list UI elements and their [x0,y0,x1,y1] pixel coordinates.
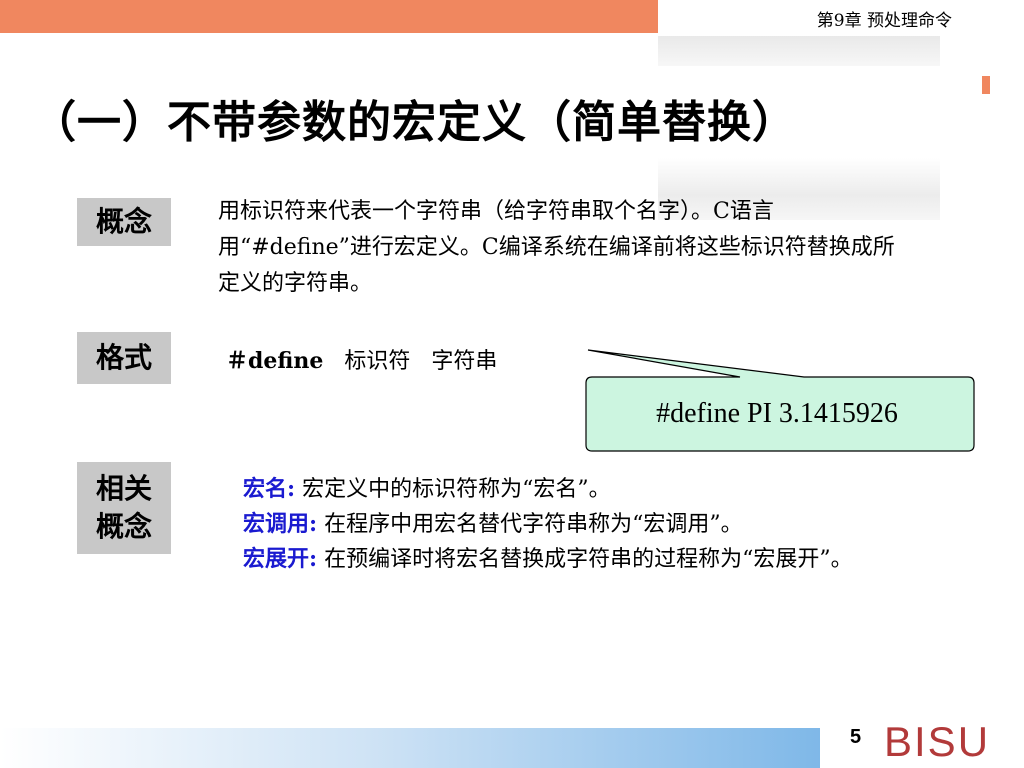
related-item: 宏展开: 在预编译时将宏名替换成字符串的过程称为“宏展开”。 [243,542,903,577]
bisu-logo: BISU [884,718,991,765]
related-label: 相关 概念 [77,462,171,554]
decorative-band [658,36,940,66]
related-item: 宏名: 宏定义中的标识符称为“宏名”。 [243,472,903,507]
chapter-header: 第9章 预处理命令 [658,0,1024,33]
term-macro-call: 宏调用: [243,511,318,537]
desc-macro-name: 宏定义中的标识符称为“宏名”。 [295,477,611,502]
example-callout-text: #define PI 3.1415926 [656,398,898,429]
format-identifier: 标识符 [344,349,411,374]
slide-title: （一）不带参数的宏定义（简单替换） [32,97,797,148]
term-macro-name: 宏名: [243,476,296,502]
desc-macro-call: 在程序中用宏名替代字符串称为“宏调用”。 [317,512,743,537]
related-item: 宏调用: 在程序中用宏名替代字符串称为“宏调用”。 [243,507,903,542]
footer-gradient-bar [0,728,820,768]
concept-label: 概念 [77,198,171,246]
format-syntax: ＃define 标识符 字符串 [226,343,497,375]
related-label-line1: 相关 [95,472,152,505]
page-number: 5 [850,726,862,748]
top-accent-bar [0,0,658,33]
concept-text: 用标识符来代表一个字符串（给字符串取个名字）。C语言用“#define”进行宏定… [218,199,895,296]
chapter-title: 第9章 预处理命令 [816,11,952,31]
format-string: 字符串 [431,349,498,374]
accent-marker [982,76,990,94]
related-label-line2: 概念 [95,510,152,543]
term-macro-expand: 宏展开: [243,546,318,572]
format-define-keyword: ＃define [226,348,324,374]
desc-macro-expand: 在预编译时将宏名替换成字符串的过程称为“宏展开”。 [317,547,853,572]
related-concepts: 宏名: 宏定义中的标识符称为“宏名”。 宏调用: 在程序中用宏名替代字符串称为“… [243,472,903,577]
format-label: 格式 [77,332,171,384]
